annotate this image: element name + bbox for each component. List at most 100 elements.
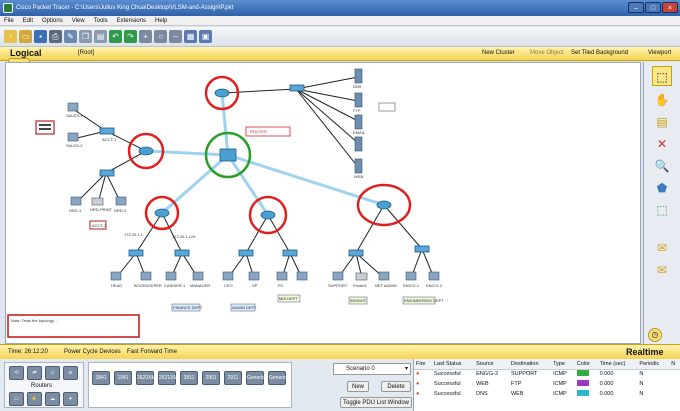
add-simple-pdu-icon[interactable]: ✉ [652,238,672,258]
toggle-pdu-list-button[interactable]: Toggle PDU List Window [340,397,412,408]
logical-tab[interactable]: Logical [10,48,42,58]
row-time: 0.000 [599,381,614,387]
routers-category-icon[interactable]: ⟲ [9,366,24,380]
switches-category-icon[interactable]: ⇄ [27,366,42,380]
custom-devices-category-icon[interactable]: ✦ [63,392,78,406]
menu-help[interactable]: Help [155,16,167,25]
fast-forward-button[interactable]: Fast Forward Time [127,349,177,355]
router-1841[interactable]: 1841 [92,371,110,385]
undo-icon[interactable]: ↶ [109,30,122,43]
col-time: Time (sec) [597,359,638,370]
viewport-button[interactable]: Viewport [648,50,671,56]
label-ftp: FTP [353,108,361,113]
delete-tool-icon[interactable]: ✕ [652,134,672,154]
fire-button[interactable]: ● [414,369,432,379]
annotation-router: ROUTER [250,129,267,134]
save-icon[interactable]: ▪ [34,30,47,43]
realtime-clock-icon[interactable]: ◷ [648,328,662,342]
router-2621xm[interactable]: 2621XM [158,371,178,385]
redo-icon[interactable]: ↷ [124,30,137,43]
maximize-button[interactable]: □ [645,2,661,13]
activity-wizard-icon[interactable]: ✎ [64,30,77,43]
set-tiled-background-button[interactable]: Set Tiled Background [571,50,628,56]
zone-admin: ADMIN DEPT [232,305,257,310]
label-net-admin: NET ADMIN [375,283,397,288]
label-acct-1: ACCT-1 [102,137,117,142]
row-type: ICMP [553,381,567,387]
menu-file[interactable]: File [4,16,14,25]
col-last-status: Last Status [432,359,475,370]
hubs-category-icon[interactable]: ◇ [45,366,60,380]
row-time: 0.000 [599,371,614,378]
paste-icon[interactable]: ▤ [94,30,107,43]
note-tool-icon[interactable]: ▤ [652,112,672,132]
label-acct-2: ACCT-2 [92,223,107,228]
label-email: EMAIL [353,130,366,135]
new-scenario-button[interactable]: New [347,381,369,392]
menu-view[interactable]: View [72,16,85,25]
logical-workspace-bar: Logical [Root] New Cluster Move Object S… [0,47,680,61]
close-button[interactable]: × [662,2,678,13]
select-tool-icon[interactable]: ⬚ [652,66,672,86]
palette-icon[interactable]: ▦ [184,30,197,43]
wireless-category-icon[interactable]: ≋ [63,366,78,380]
inspect-tool-icon[interactable]: 🔍 [652,156,672,176]
zoom-in-icon[interactable]: + [139,30,152,43]
table-row[interactable]: ● Successful ENG'G-2 SUPPORT ICMP 0.000 … [414,369,680,379]
menu-extensions[interactable]: Extensions [117,16,146,25]
router-2911[interactable]: 2911 [224,371,242,385]
router-2901[interactable]: 2901 [202,371,220,385]
print-icon[interactable]: ⎙ [49,30,62,43]
minimize-button[interactable]: – [628,2,644,13]
delete-scenario-button[interactable]: Delete [381,381,411,392]
row-destination: WEB [510,391,524,397]
menu-tools[interactable]: Tools [94,16,108,25]
end-devices-category-icon[interactable]: ▭ [9,392,24,406]
menu-options[interactable]: Options [42,16,63,25]
pdu-list: Fire Last Status Source Destination Type… [413,359,680,411]
category-label: Routers [31,383,53,389]
copy-icon[interactable]: ❐ [79,30,92,43]
label-sales-2: SALES-2 [66,143,83,148]
row-source: ENG'G-2 [476,371,499,378]
device-model-list: 1841 1941 2620XM 2621XM 2811 2901 2911 G… [88,362,292,408]
device-category-panel: ⟲ ⇄ ◇ ≋ Routers ▭ ⚡ ☁ ✦ [4,362,84,408]
router-generic-2[interactable]: Generic [268,371,287,385]
wan-emulation-category-icon[interactable]: ☁ [45,392,60,406]
label-vp: VP [252,283,258,288]
scenario-select[interactable]: Scenario 0 ▾ [333,363,411,375]
new-cluster-button[interactable]: New Cluster [482,50,515,56]
move-object-button[interactable]: Move Object [530,50,564,56]
router-generic-1[interactable]: Generic [246,371,265,385]
simulation-time: Time: 26:12:20 [8,349,48,355]
zoom-out-icon[interactable]: – [169,30,182,43]
new-file-icon[interactable]: ▫ [4,30,17,43]
open-folder-icon[interactable]: ▭ [19,30,32,43]
menu-edit[interactable]: Edit [23,16,33,25]
row-time: 0.000 [599,391,614,397]
add-complex-pdu-icon[interactable]: ✉ [652,260,672,280]
menu-bar: File Edit Options View Tools Extensions … [0,16,680,26]
fire-button[interactable]: ● [414,379,432,389]
table-row[interactable]: ● Successful DNS WEB ICMP 0.000 N [414,389,680,399]
connections-category-icon[interactable]: ⚡ [27,392,42,406]
row-periodic: N [639,381,644,387]
router-2811[interactable]: 2811 [180,371,198,385]
shape-tool-icon[interactable]: ⬟ [652,178,672,198]
zoom-reset-icon[interactable]: ○ [154,30,167,43]
power-cycle-button[interactable]: Power Cycle Devices [64,349,121,355]
realtime-tab[interactable]: Realtime [626,347,664,357]
custom-device-icon[interactable]: ▣ [199,30,212,43]
root-breadcrumb[interactable]: [Root] [78,50,94,56]
label-support: SUPPORT [328,283,348,288]
resize-tool-icon[interactable]: ⬚ [652,200,672,220]
hand-tool-icon[interactable]: ✋ [652,90,672,110]
router-1941[interactable]: 1941 [114,371,132,385]
row-color [575,389,598,399]
table-row[interactable]: ● Successful WEB FTP ICMP 0.000 N [414,379,680,389]
label-printer1: Printer1 [353,283,368,288]
router-2620xm[interactable]: 2620XM [136,371,156,385]
fire-button[interactable]: ● [414,389,432,399]
label-web: WEB [354,174,364,179]
network-workspace[interactable]: ROUTER DNS FTP EMAIL WEB SALES-1 SALES-2… [5,62,641,344]
